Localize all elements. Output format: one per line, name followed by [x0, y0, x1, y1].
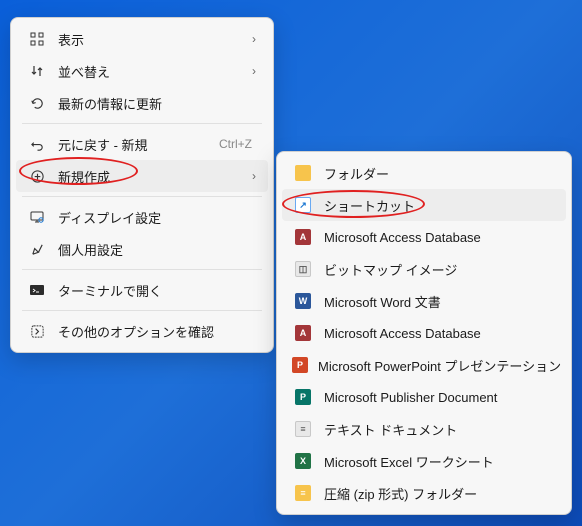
submenu-item-access-2[interactable]: A Microsoft Access Database	[282, 317, 566, 349]
access-icon: A	[292, 325, 314, 341]
submenu-item-publisher[interactable]: P Microsoft Publisher Document	[282, 381, 566, 413]
menu-item-shortcut: Ctrl+Z	[219, 137, 258, 151]
chevron-right-icon: ›	[252, 169, 258, 183]
chevron-right-icon: ›	[252, 32, 258, 46]
menu-item-sort[interactable]: 並べ替え ›	[16, 55, 268, 87]
submenu-item-excel[interactable]: X Microsoft Excel ワークシート	[282, 445, 566, 477]
menu-item-undo[interactable]: 元に戻す - 新規 Ctrl+Z	[16, 128, 268, 160]
submenu-item-access[interactable]: A Microsoft Access Database	[282, 221, 566, 253]
submenu-item-shortcut[interactable]: ↗ ショートカット	[282, 189, 566, 221]
zip-folder-icon: ≡	[292, 485, 314, 501]
submenu-item-folder[interactable]: フォルダー	[282, 157, 566, 189]
submenu-item-label: Microsoft Publisher Document	[324, 390, 556, 405]
submenu-item-text[interactable]: ≡ テキスト ドキュメント	[282, 413, 566, 445]
shortcut-icon: ↗	[292, 197, 314, 213]
sort-icon	[26, 63, 48, 79]
excel-icon: X	[292, 453, 314, 469]
personalize-icon	[26, 242, 48, 257]
submenu-item-label: 圧縮 (zip 形式) フォルダー	[324, 484, 556, 503]
menu-divider	[22, 269, 262, 270]
menu-item-more-options[interactable]: その他のオプションを確認	[16, 315, 268, 347]
view-icon	[26, 31, 48, 47]
menu-item-label: 新規作成	[58, 167, 252, 186]
more-options-icon	[26, 324, 48, 339]
new-submenu: フォルダー ↗ ショートカット A Microsoft Access Datab…	[276, 151, 572, 515]
terminal-icon	[26, 282, 48, 298]
context-menu: 表示 › 並べ替え › 最新の情報に更新 元に戻す - 新規 Ctrl+Z 新規…	[10, 17, 274, 353]
folder-icon	[292, 165, 314, 181]
submenu-item-label: Microsoft Word 文書	[324, 292, 556, 311]
submenu-item-label: Microsoft Excel ワークシート	[324, 452, 556, 471]
publisher-icon: P	[292, 389, 314, 405]
submenu-item-word[interactable]: W Microsoft Word 文書	[282, 285, 566, 317]
menu-item-label: 個人用設定	[58, 240, 258, 259]
menu-item-label: その他のオプションを確認	[58, 322, 258, 341]
text-icon: ≡	[292, 421, 314, 437]
word-icon: W	[292, 293, 314, 309]
submenu-item-label: Microsoft PowerPoint プレゼンテーション	[318, 356, 561, 375]
submenu-item-label: ショートカット	[324, 196, 556, 215]
menu-divider	[22, 123, 262, 124]
submenu-item-label: ビットマップ イメージ	[324, 260, 556, 279]
menu-item-view[interactable]: 表示 ›	[16, 23, 268, 55]
submenu-item-bitmap[interactable]: ◫ ビットマップ イメージ	[282, 253, 566, 285]
menu-divider	[22, 196, 262, 197]
menu-item-refresh[interactable]: 最新の情報に更新	[16, 87, 268, 119]
menu-item-label: ターミナルで開く	[58, 281, 258, 300]
submenu-item-label: テキスト ドキュメント	[324, 420, 556, 439]
refresh-icon	[26, 96, 48, 111]
menu-item-label: 並べ替え	[58, 62, 252, 81]
submenu-item-zip[interactable]: ≡ 圧縮 (zip 形式) フォルダー	[282, 477, 566, 509]
undo-icon	[26, 137, 48, 152]
menu-item-new[interactable]: 新規作成 ›	[16, 160, 268, 192]
submenu-item-label: Microsoft Access Database	[324, 230, 556, 245]
add-icon	[26, 169, 48, 184]
submenu-item-label: Microsoft Access Database	[324, 326, 556, 341]
menu-item-terminal[interactable]: ターミナルで開く	[16, 274, 268, 306]
submenu-item-label: フォルダー	[324, 164, 556, 183]
menu-item-display-settings[interactable]: ディスプレイ設定	[16, 201, 268, 233]
access-icon: A	[292, 229, 314, 245]
powerpoint-icon: P	[292, 357, 308, 373]
bitmap-icon: ◫	[292, 261, 314, 277]
menu-item-label: ディスプレイ設定	[58, 208, 258, 227]
submenu-item-powerpoint[interactable]: P Microsoft PowerPoint プレゼンテーション	[282, 349, 566, 381]
menu-item-label: 最新の情報に更新	[58, 94, 258, 113]
display-icon	[26, 209, 48, 225]
menu-item-label: 表示	[58, 30, 252, 49]
chevron-right-icon: ›	[252, 64, 258, 78]
menu-divider	[22, 310, 262, 311]
menu-item-label: 元に戻す - 新規	[58, 135, 219, 154]
menu-item-personalize[interactable]: 個人用設定	[16, 233, 268, 265]
